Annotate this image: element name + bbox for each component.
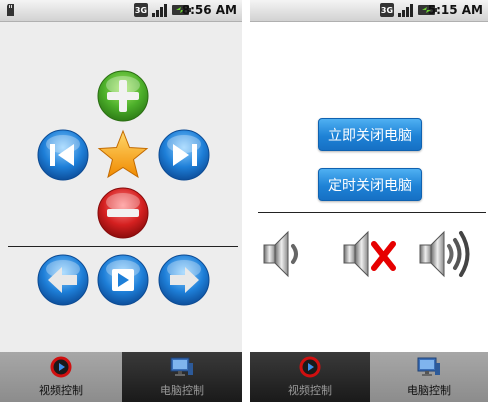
arrow-left-icon bbox=[37, 254, 89, 306]
back-button[interactable] bbox=[36, 253, 90, 307]
plus-icon bbox=[97, 70, 149, 122]
svg-text:3G: 3G bbox=[135, 6, 147, 15]
video-play-icon bbox=[299, 356, 321, 378]
tab-video-control-label: 视频控制 bbox=[39, 384, 83, 397]
shutdown-now-button[interactable]: 立即关闭电脑 bbox=[318, 118, 422, 151]
volume-high-button[interactable] bbox=[418, 224, 478, 284]
status-bar: 3G 8:56 AM bbox=[0, 0, 242, 22]
status-bar: 3G 5:15 AM bbox=[250, 0, 488, 22]
skip-next-icon bbox=[158, 129, 210, 181]
tab-video-control-label: 视频控制 bbox=[288, 384, 332, 397]
svg-text:3G: 3G bbox=[381, 6, 393, 15]
speaker-low-icon bbox=[263, 230, 298, 278]
tab-computer-control-label: 电脑控制 bbox=[160, 384, 204, 397]
forward-button[interactable] bbox=[157, 253, 211, 307]
computer-monitor-icon bbox=[170, 357, 193, 376]
shutdown-timer-button[interactable]: 定时关闭电脑 bbox=[318, 168, 422, 201]
previous-button[interactable] bbox=[36, 128, 90, 182]
computer-monitor-icon bbox=[417, 357, 440, 376]
tab-video-control[interactable]: 视频控制 bbox=[250, 352, 370, 402]
tab-video-control[interactable]: 视频控制 bbox=[0, 352, 122, 402]
tab-computer-control[interactable]: 电脑控制 bbox=[370, 352, 488, 402]
divider-line bbox=[8, 246, 238, 247]
video-play-icon bbox=[50, 356, 72, 378]
network-3g-icon: 3G bbox=[134, 3, 148, 17]
next-button[interactable] bbox=[157, 128, 211, 182]
signal-strength-icon bbox=[152, 4, 167, 17]
video-control-screen: 3G 8:56 AM 视频控制 电脑控制 bbox=[0, 0, 242, 402]
signal-strength-icon bbox=[398, 4, 413, 17]
computer-control-screen: 3G 5:15 AM 立即关闭电脑 定时关闭电脑 视频控制 电脑控制 bbox=[250, 0, 488, 402]
status-time: 8:56 AM bbox=[181, 3, 237, 17]
play-button[interactable] bbox=[96, 253, 150, 307]
tab-computer-control[interactable]: 电脑控制 bbox=[122, 352, 242, 402]
divider-line bbox=[258, 212, 486, 213]
volume-up-button[interactable] bbox=[96, 69, 150, 123]
sd-card-icon bbox=[7, 4, 14, 16]
tab-bar: 视频控制 电脑控制 bbox=[0, 352, 242, 402]
star-icon bbox=[97, 129, 149, 179]
skip-previous-icon bbox=[37, 129, 89, 181]
tab-computer-control-label: 电脑控制 bbox=[407, 384, 451, 397]
arrow-right-icon bbox=[158, 254, 210, 306]
speaker-high-icon bbox=[419, 230, 470, 278]
volume-down-button[interactable] bbox=[96, 186, 150, 240]
favorite-button[interactable] bbox=[96, 128, 150, 182]
screen-separator bbox=[242, 0, 250, 402]
minus-icon bbox=[97, 187, 149, 239]
tab-bar: 视频控制 电脑控制 bbox=[250, 352, 488, 402]
mute-button[interactable] bbox=[342, 226, 398, 282]
speaker-mute-icon bbox=[343, 230, 396, 278]
volume-low-button[interactable] bbox=[262, 226, 306, 282]
network-3g-icon: 3G bbox=[380, 3, 394, 17]
status-time: 5:15 AM bbox=[427, 3, 483, 17]
play-icon bbox=[97, 254, 149, 306]
